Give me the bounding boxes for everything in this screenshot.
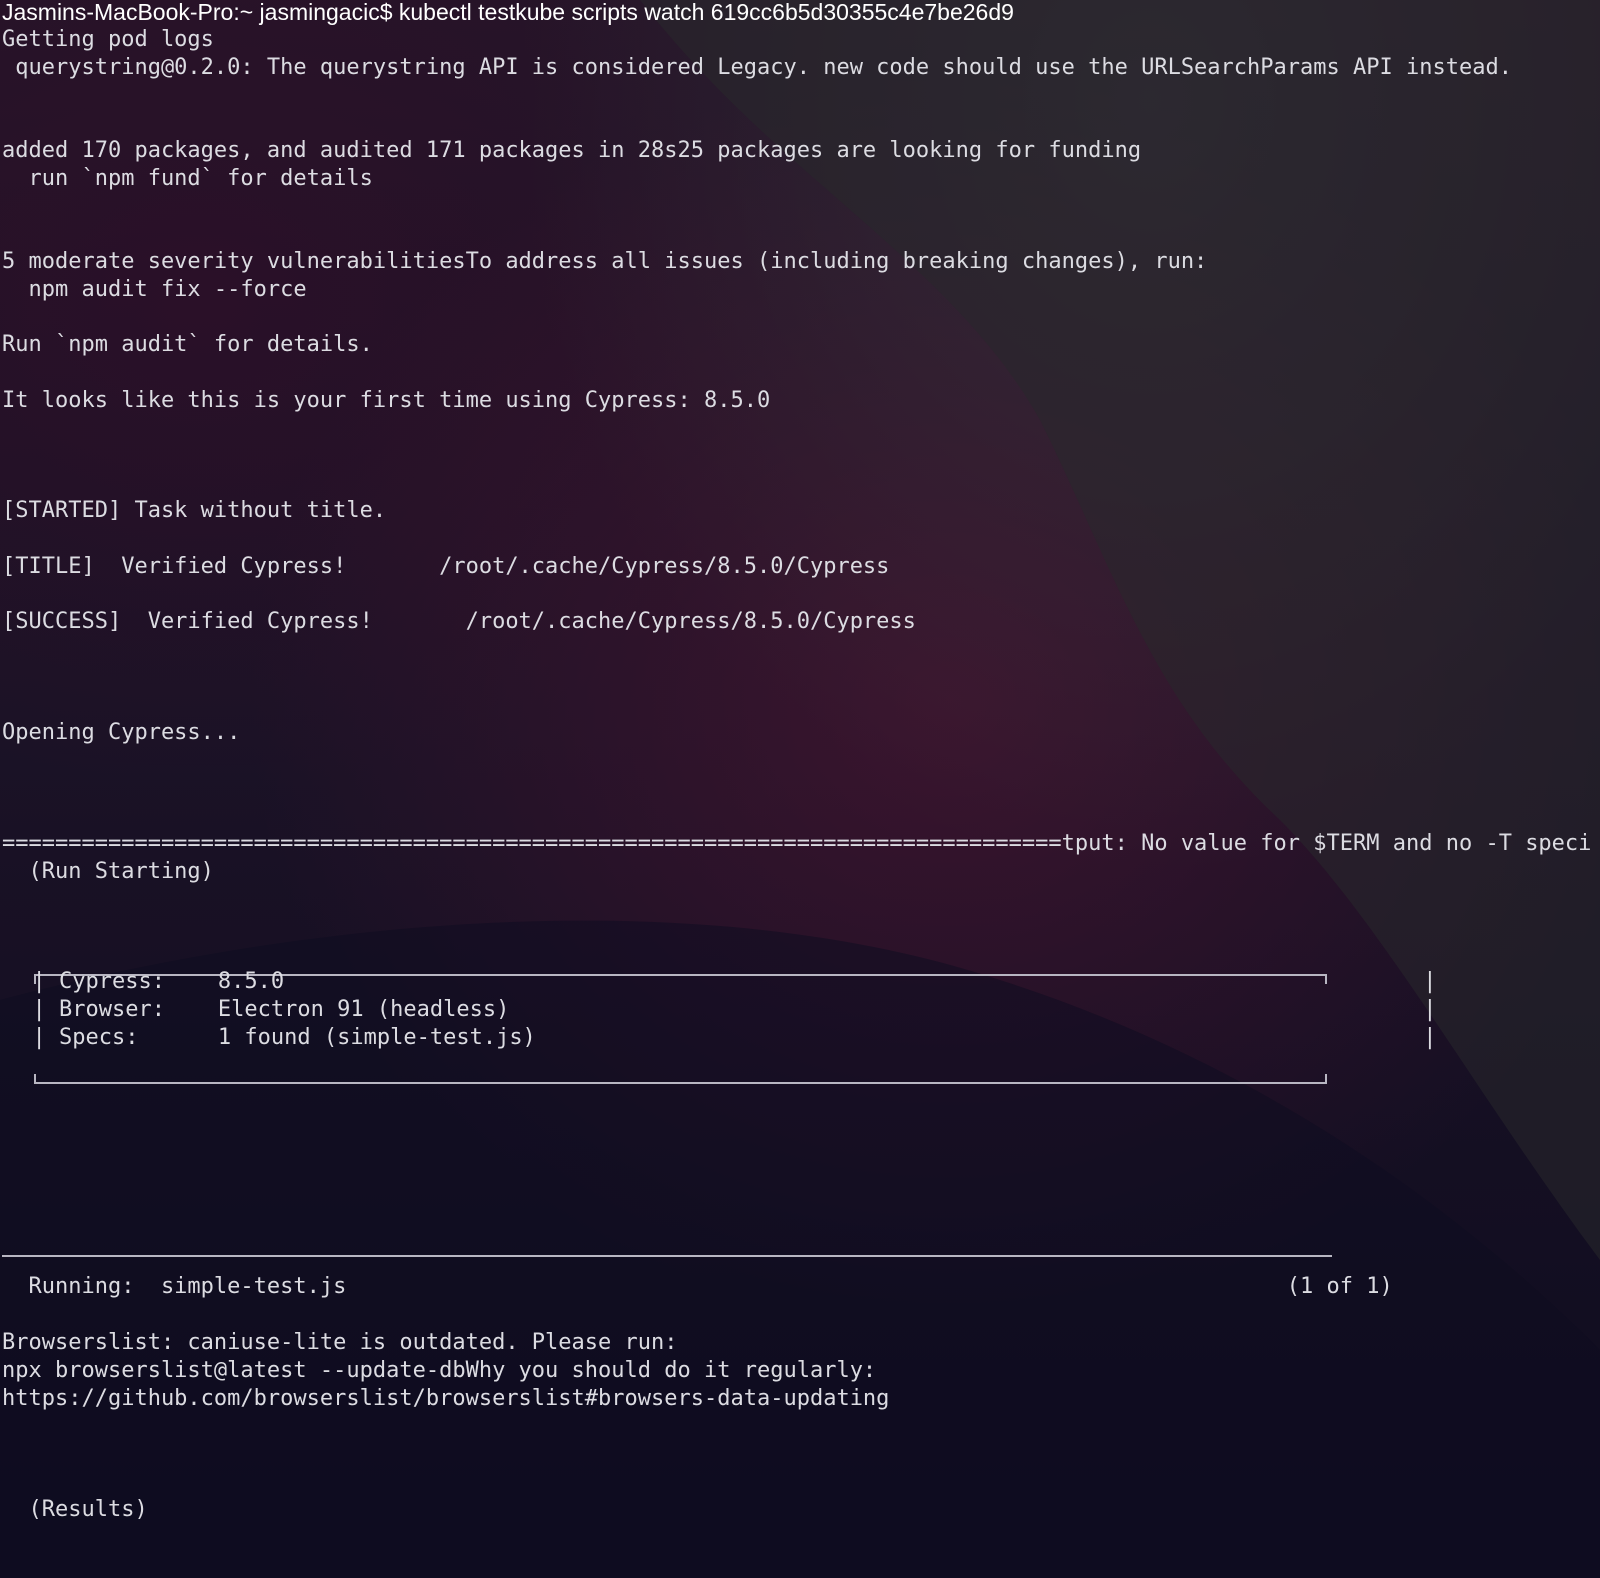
section-divider bbox=[2, 1255, 1332, 1257]
output-line-opening: Opening Cypress... bbox=[2, 720, 241, 745]
output-line-started: [STARTED] Task without title. bbox=[2, 498, 387, 523]
output-line-browserslist: Browserslist: caniuse-lite is outdated. … bbox=[2, 1330, 678, 1355]
output-line-run-starting: (Run Starting) bbox=[2, 859, 214, 884]
output-line-results: (Results) bbox=[2, 1497, 148, 1522]
output-line-vulnerabilities: 5 moderate severity vulnerabilitiesTo ad… bbox=[2, 249, 1208, 274]
output-line-first-time: It looks like this is your first time us… bbox=[2, 388, 771, 413]
output-line-npx: npx browserslist@latest --update-dbWhy y… bbox=[2, 1358, 877, 1383]
output-line-npm-fund: run `npm fund` for details bbox=[2, 166, 373, 191]
output-line-querystring: querystring@0.2.0: The querystring API i… bbox=[2, 55, 1512, 80]
box-corner bbox=[1325, 1074, 1327, 1082]
box-corner bbox=[34, 1074, 36, 1082]
output-line-success: [SUCCESS] Verified Cypress! /root/.cache… bbox=[2, 609, 916, 634]
output-line-added-packages: added 170 packages, and audited 171 pack… bbox=[2, 138, 1142, 163]
box-line-cypress: | Cypress: 8.5.0 | bbox=[6, 969, 1437, 994]
output-line-url: https://github.com/browserslist/browsers… bbox=[2, 1386, 890, 1411]
output-line-audit-fix: npm audit fix --force bbox=[2, 277, 307, 302]
output-line-getting-logs: Getting pod logs bbox=[2, 27, 214, 52]
box-line-specs: | Specs: 1 found (simple-test.js) | bbox=[6, 1025, 1437, 1050]
box-line-browser: | Browser: Electron 91 (headless) | bbox=[6, 997, 1437, 1022]
command-prompt[interactable]: Jasmins-MacBook-Pro:~ jasmingacic$ kubec… bbox=[2, 0, 1014, 26]
output-line-run-audit: Run `npm audit` for details. bbox=[2, 332, 373, 357]
output-line-title: [TITLE] Verified Cypress! /root/.cache/C… bbox=[2, 554, 890, 579]
output-line-tput: ========================================… bbox=[2, 831, 1592, 856]
output-line-running: Running: simple-test.js (1 of 1) bbox=[2, 1274, 1393, 1299]
terminal-window[interactable]: Jasmins-MacBook-Pro:~ jasmingacic$ kubec… bbox=[0, 0, 1600, 1578]
